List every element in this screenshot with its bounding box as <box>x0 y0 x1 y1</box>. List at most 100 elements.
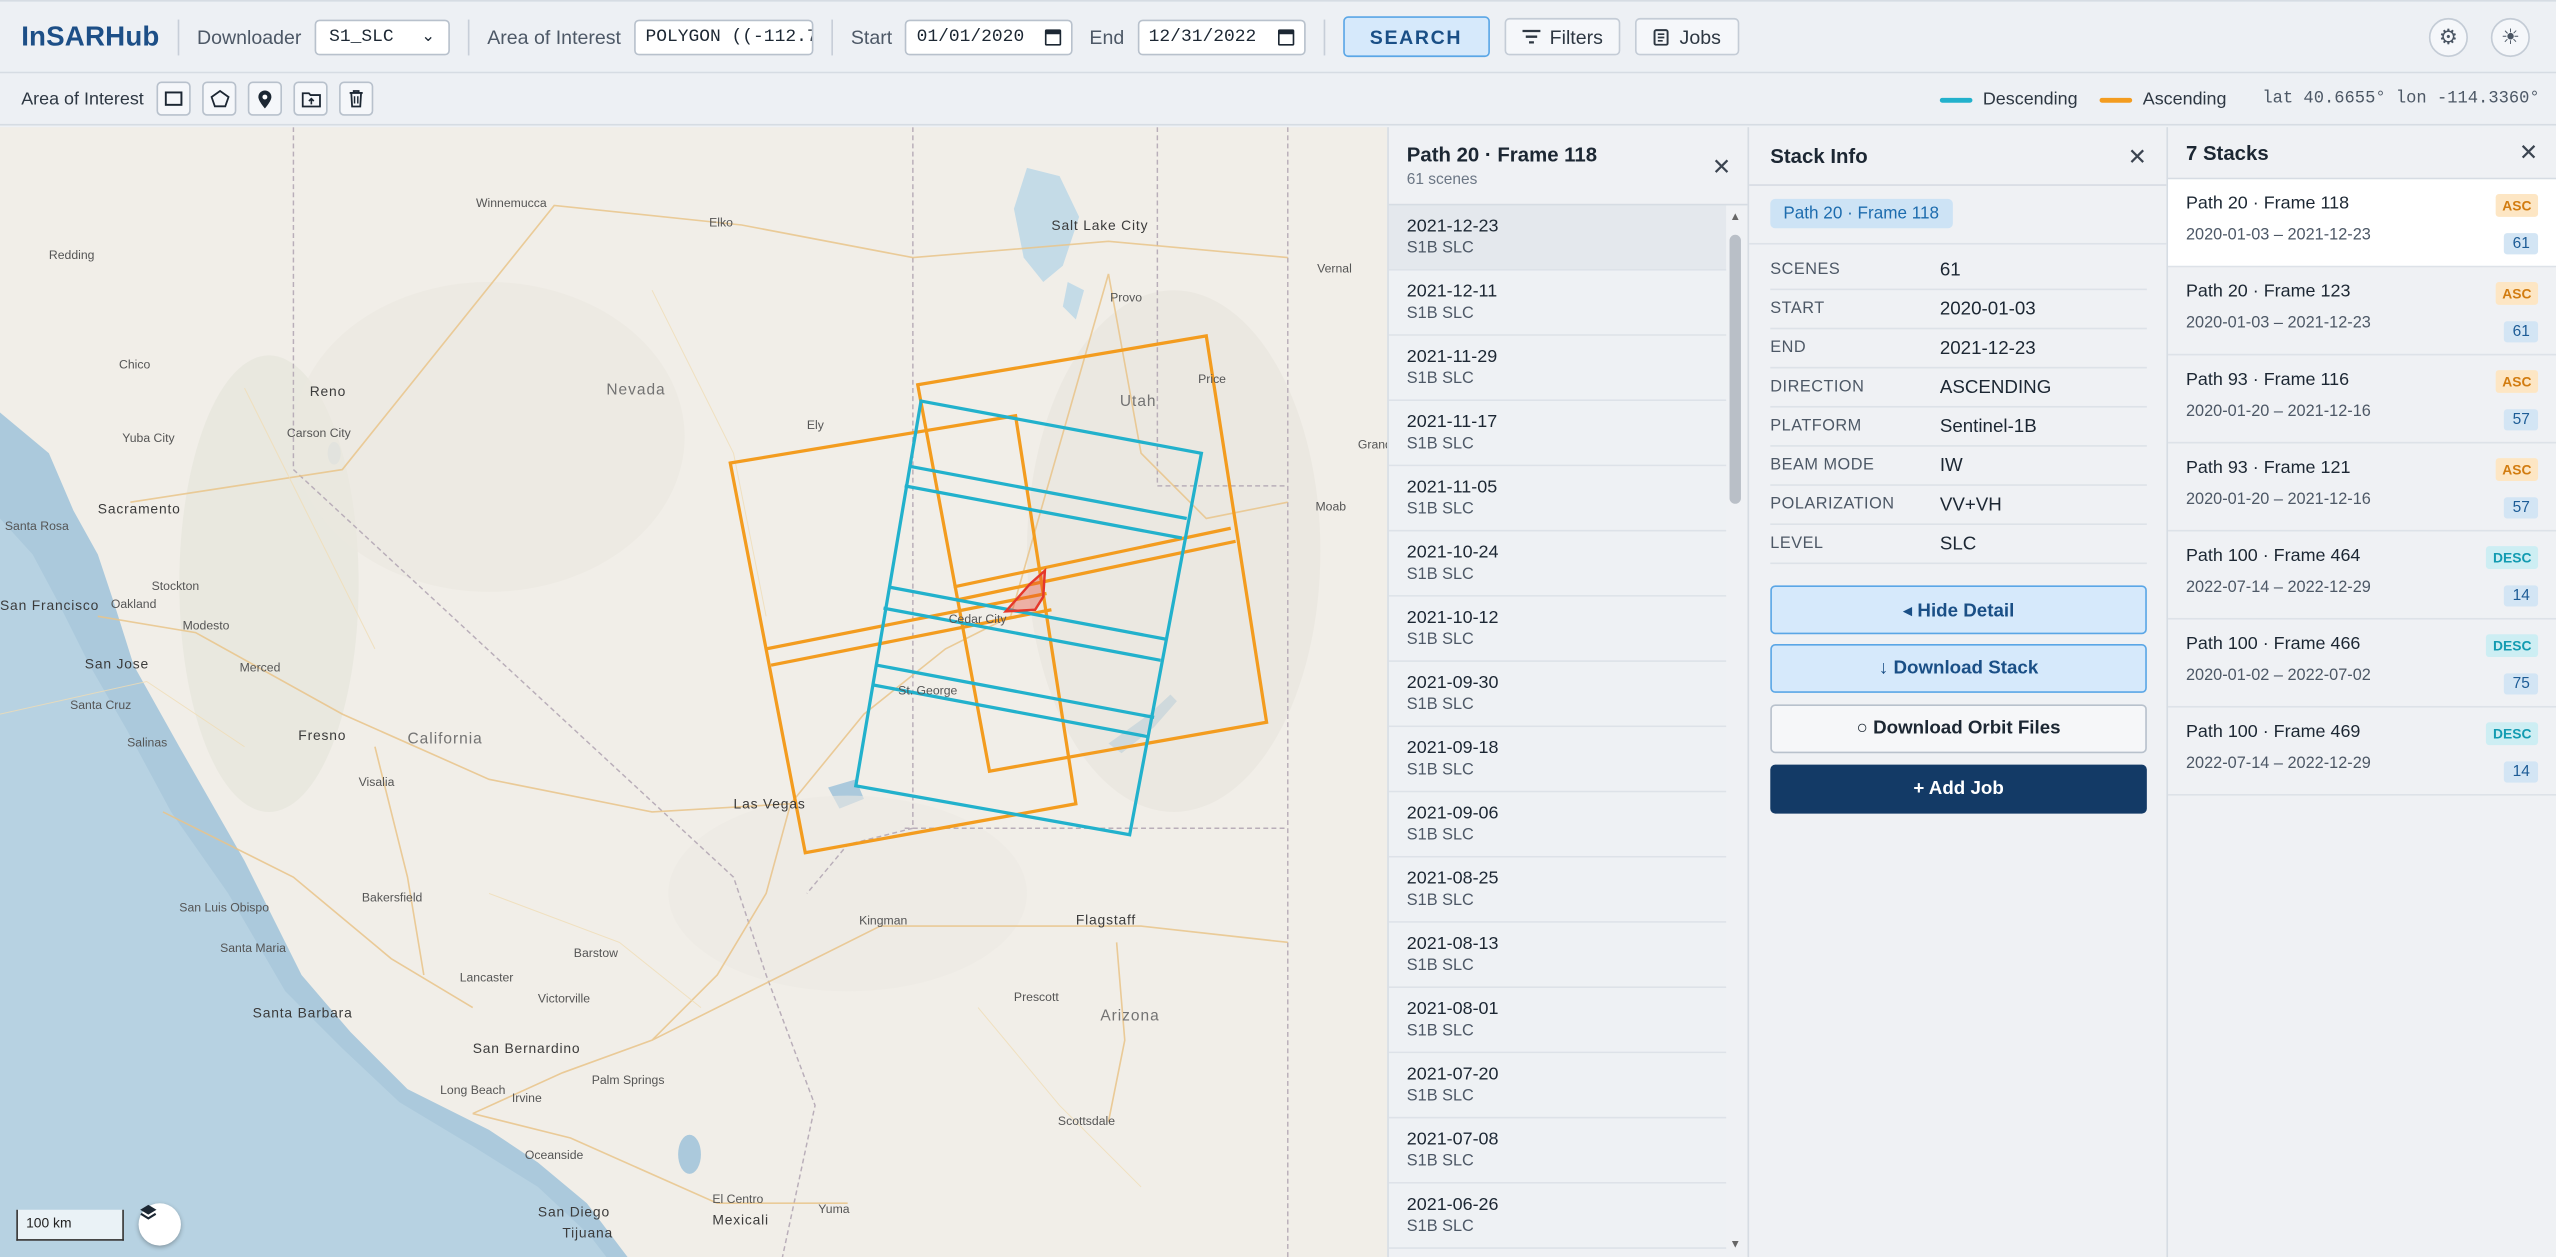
end-date-input[interactable]: 12/31/2022 <box>1137 18 1306 55</box>
downloader-select[interactable]: S1_SLC ⌄ <box>314 18 450 55</box>
scene-list-item[interactable]: 2021-11-17 S1B SLC <box>1388 401 1727 467</box>
download-orbit-files-button[interactable]: ○ Download Orbit Files <box>1770 704 2147 754</box>
scene-platform: S1B SLC <box>1406 500 1474 519</box>
city-label: Las Vegas <box>733 795 806 812</box>
scene-list-item[interactable]: 2021-09-06 S1B SLC <box>1388 792 1727 858</box>
start-label: Start <box>850 25 893 49</box>
scroll-down-icon[interactable]: ▼ <box>1728 1239 1743 1250</box>
stack-info-header: Stack Info ✕ <box>1749 127 2167 186</box>
stack-list-item[interactable]: Path 20 · Frame 123 2020-01-03 – 2021-12… <box>2168 267 2556 356</box>
draw-rectangle-button[interactable] <box>156 81 192 116</box>
scene-list-item[interactable]: 2021-09-30 S1B SLC <box>1388 661 1727 728</box>
hide-detail-button[interactable]: ◂ Hide Detail <box>1770 585 2147 635</box>
city-label: Scottsdale <box>1057 1113 1116 1129</box>
rectangle-icon <box>165 91 183 106</box>
filters-button[interactable]: Filters <box>1504 17 1621 56</box>
stack-property-row: SCENES 61 <box>1770 251 2147 291</box>
city-label: Salinas <box>127 735 168 750</box>
scrollbar-thumb[interactable] <box>1729 234 1741 504</box>
calendar-icon[interactable] <box>1045 28 1062 45</box>
scene-list-item[interactable]: 2021-11-29 S1B SLC <box>1388 335 1727 402</box>
theme-toggle-button[interactable]: ☀ <box>2490 17 2530 57</box>
scene-list-item[interactable]: 2021-11-05 S1B SLC <box>1388 466 1727 532</box>
scene-date: 2021-08-25 <box>1406 869 1499 889</box>
scene-date: 2021-12-23 <box>1406 216 1499 237</box>
city-label: Reno <box>309 383 347 400</box>
close-icon[interactable]: ✕ <box>2128 143 2147 171</box>
direction-badge: ASC <box>2495 458 2539 481</box>
city-label: San Francisco <box>0 596 100 614</box>
city-label: Vernal <box>1317 260 1352 276</box>
city-label: Modesto <box>182 617 230 633</box>
scrollbar[interactable]: ▲ ▼ <box>1728 212 1743 1251</box>
stack-list-item[interactable]: Path 93 · Frame 121 2020-01-20 – 2021-12… <box>2168 443 2556 532</box>
settings-button[interactable]: ⚙ <box>2428 17 2468 57</box>
map-canvas[interactable]: Winnemucca Elko Salt Lake City Redding R… <box>0 127 1388 1257</box>
stack-list-item[interactable]: Path 100 · Frame 466 2020-01-02 – 2022-0… <box>2168 620 2556 708</box>
stack-property-row: END 2021-12-23 <box>1770 329 2147 369</box>
upload-file-button[interactable] <box>293 81 329 116</box>
stack-list-item[interactable]: Path 100 · Frame 469 2022-07-14 – 2022-1… <box>2168 708 2556 796</box>
scene-list[interactable]: 2021-12-23 S1B SLC 2021-12-11 S1B SLC 2021… <box>1388 205 1727 1257</box>
scene-list-item[interactable]: 2021-07-08 S1B SLC <box>1388 1118 1727 1184</box>
city-label: Barstow <box>573 945 618 961</box>
city-label: San Luis Obispo <box>179 899 270 915</box>
property-value: Sentinel-1B <box>1939 416 2037 437</box>
aoi-toolbar: Area of Interest Descending Ascending la… <box>0 73 2556 126</box>
stack-property-row: LEVEL SLC <box>1770 525 2147 565</box>
divider <box>831 18 833 55</box>
scene-platform: S1B SLC <box>1406 630 1474 649</box>
calendar-icon[interactable] <box>1277 28 1294 45</box>
scene-list-item[interactable]: 2021-10-12 S1B SLC <box>1388 596 1727 662</box>
scene-list-item[interactable]: 2021-08-01 S1B SLC <box>1388 988 1727 1054</box>
search-button[interactable]: SEARCH <box>1342 16 1490 58</box>
city-label: San Bernardino <box>472 1040 581 1057</box>
close-icon[interactable]: ✕ <box>1712 153 1731 181</box>
layers-button[interactable] <box>138 1203 181 1246</box>
jobs-button[interactable]: Jobs <box>1635 17 1739 56</box>
property-value: 2020-01-03 <box>1939 299 2036 319</box>
scale-bar: 100 km <box>16 1209 124 1241</box>
scene-list-item[interactable]: 2021-12-11 S1B SLC <box>1388 270 1727 336</box>
city-label: Kingman <box>859 913 908 928</box>
city-label: Winnemucca <box>475 195 547 211</box>
scene-list-item[interactable]: 2021-09-18 S1B SLC <box>1388 727 1727 793</box>
legend: Descending Ascending lat 40.6655° lon -1… <box>1940 73 2556 125</box>
stack-list-item[interactable]: Path 93 · Frame 116 2020-01-20 – 2021-12… <box>2168 355 2556 444</box>
draw-polygon-button[interactable] <box>202 81 237 116</box>
download-stack-button[interactable]: ↓ Download Stack <box>1770 644 2147 693</box>
stack-name: Path 100 · Frame 464 <box>2185 546 2361 566</box>
scene-platform: S1B SLC <box>1406 826 1474 845</box>
scene-count-badge: 14 <box>2504 761 2539 783</box>
scene-list-item[interactable]: 2021-07-20 S1B SLC <box>1388 1053 1727 1119</box>
start-date-input[interactable]: 01/01/2020 <box>905 18 1074 55</box>
scene-platform: S1B SLC <box>1406 239 1474 258</box>
scene-list-item[interactable]: 2021-08-25 S1B SLC <box>1388 857 1727 923</box>
add-job-button[interactable]: + Add Job <box>1770 764 2147 814</box>
scene-list-item[interactable]: 2021-08-13 S1B SLC <box>1388 922 1727 989</box>
stack-name: Path 100 · Frame 469 <box>2185 722 2361 742</box>
draw-point-button[interactable] <box>248 81 283 116</box>
close-icon[interactable]: ✕ <box>2519 139 2538 167</box>
property-value: 61 <box>1939 260 1961 280</box>
city-label: Price <box>1198 371 1226 387</box>
clear-aoi-button[interactable] <box>339 81 374 116</box>
city-label: El Centro <box>712 1191 764 1207</box>
stack-date-range: 2020-01-03 – 2021-12-23 <box>2185 314 2371 333</box>
city-label: Visalia <box>358 774 395 790</box>
city-label: Flagstaff <box>1075 911 1137 928</box>
stack-name: Path 93 · Frame 116 <box>2185 370 2350 390</box>
stack-list-item[interactable]: Path 100 · Frame 464 2022-07-14 – 2022-1… <box>2168 532 2556 620</box>
stack-properties-table: SCENES 61 START 2020-01-03 END 2021-12-23 D… <box>1770 251 2147 565</box>
chevron-down-icon: ⌄ <box>421 27 436 46</box>
scroll-up-icon[interactable]: ▲ <box>1728 212 1743 223</box>
property-key: END <box>1770 339 1807 358</box>
city-label: Provo <box>1110 290 1143 305</box>
stack-list-item[interactable]: Path 20 · Frame 118 2020-01-03 – 2021-12… <box>2168 179 2556 268</box>
scene-list-item[interactable]: 2021-06-26 S1B SLC <box>1388 1183 1727 1249</box>
property-key: PLATFORM <box>1770 417 1862 436</box>
aoi-input[interactable]: POLYGON ((-112.700 <box>634 18 814 55</box>
scene-list-item[interactable]: 2021-12-23 S1B SLC <box>1388 205 1727 271</box>
city-label: Victorville <box>537 991 591 1006</box>
scene-list-item[interactable]: 2021-10-24 S1B SLC <box>1388 531 1727 597</box>
